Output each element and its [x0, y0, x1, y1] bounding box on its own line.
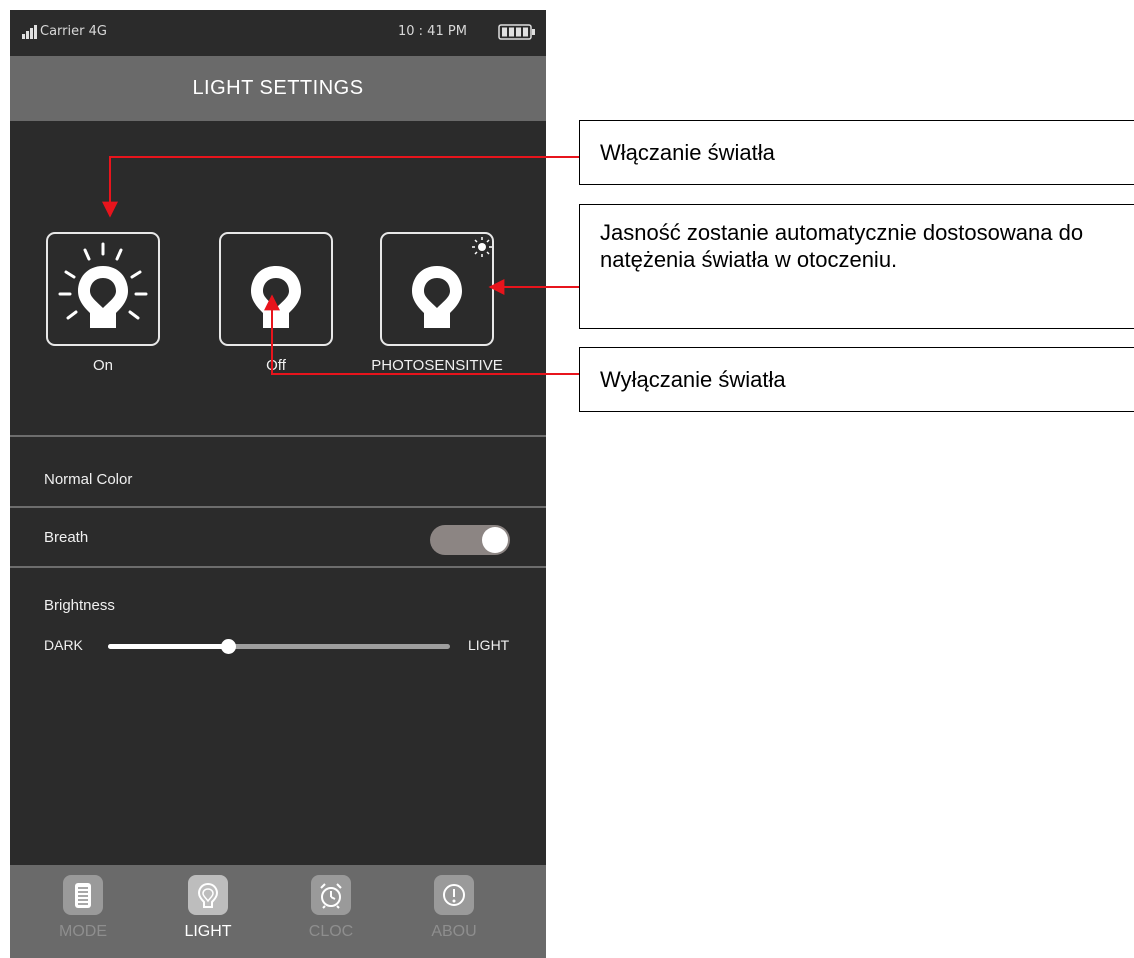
photosensitive-button[interactable] — [380, 232, 494, 346]
signal-icon — [22, 25, 37, 39]
mode-label-off: Off — [266, 357, 286, 374]
breath-toggle[interactable] — [430, 525, 510, 555]
callout-light-off: Wyłączanie światła — [579, 347, 1134, 412]
toggle-knob — [482, 527, 508, 553]
carrier-label: Carrier 4G — [40, 24, 107, 39]
normal-color-row[interactable]: Normal Color — [44, 471, 132, 488]
status-bar: Carrier 4G 10 : 41 PM — [10, 10, 546, 56]
light-on-button[interactable] — [46, 232, 160, 346]
sun-icon — [472, 237, 492, 257]
tab-light[interactable]: LIGHT — [159, 865, 259, 958]
tab-label: MODE — [59, 923, 107, 940]
tab-clock[interactable]: CLOC — [282, 865, 382, 958]
phone-screen: Carrier 4G 10 : 41 PM LIGHT SETTINGS On … — [10, 10, 546, 958]
bulb-rays-icon — [58, 242, 148, 328]
slider-fill — [108, 644, 228, 649]
divider — [10, 506, 546, 508]
mode-label-photosensitive: PHOTOSENSITIVE — [371, 357, 503, 374]
breath-label: Breath — [44, 529, 89, 546]
slider-min-label: DARK — [44, 637, 83, 653]
tab-mode[interactable]: MODE — [34, 865, 134, 958]
tab-label: CLOC — [308, 923, 354, 940]
info-icon — [434, 875, 474, 915]
battery-icon — [498, 24, 535, 40]
brightness-label: Brightness — [44, 597, 115, 614]
tab-label: LIGHT — [184, 923, 232, 940]
mode-label-on: On — [92, 357, 113, 374]
clock-time: 10 : 41 PM — [398, 24, 467, 39]
callout-photosensitive: Jasność zostanie automatycznie dostosowa… — [579, 204, 1134, 329]
brightness-slider[interactable] — [108, 639, 450, 654]
tab-label: ABOU — [431, 923, 477, 940]
callout-light-on: Włączanie światła — [579, 120, 1134, 185]
light-off-button[interactable] — [219, 232, 333, 346]
list-icon — [63, 875, 103, 915]
tab-about[interactable]: ABOU — [405, 865, 505, 958]
slider-handle[interactable] — [220, 639, 236, 654]
alarm-clock-icon — [311, 875, 351, 915]
bulb-icon — [251, 266, 301, 328]
tab-bar: MODE LIGHT CLOC ABOU — [10, 865, 546, 958]
divider — [10, 435, 546, 437]
slider-max-label: LIGHT — [468, 637, 510, 653]
page-title: LIGHT SETTINGS — [10, 56, 546, 121]
divider — [10, 566, 546, 568]
bulb-sun-icon — [412, 237, 492, 328]
bulb-icon — [188, 875, 228, 915]
